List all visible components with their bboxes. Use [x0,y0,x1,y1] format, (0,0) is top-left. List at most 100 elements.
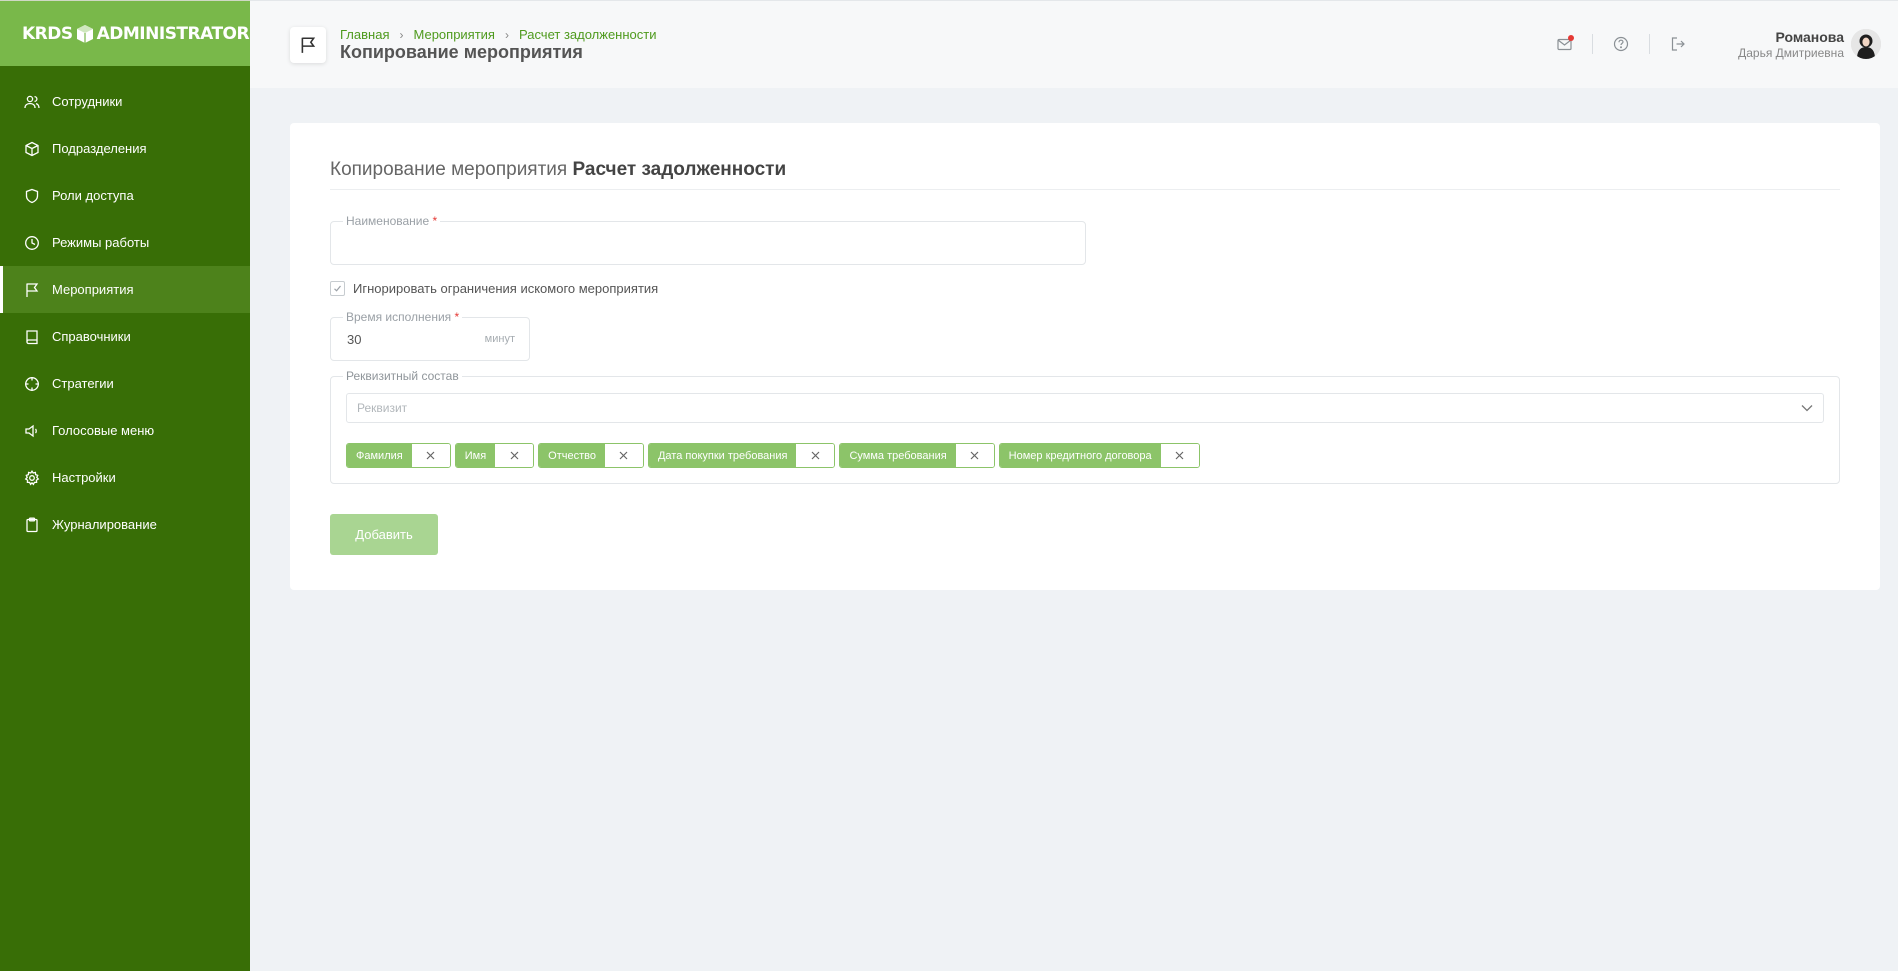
help-button[interactable] [1612,35,1630,53]
close-icon [426,451,435,460]
remove-tag-button[interactable] [1160,444,1199,467]
duration-unit: минут [484,333,515,345]
shield-icon [25,188,39,203]
requisite-select-placeholder: Реквизит [357,401,408,415]
name-field-label: Наименование * [343,214,441,228]
sidebar-item-label: Справочники [52,329,131,344]
divider [1649,34,1650,54]
breadcrumb-home[interactable]: Главная [340,27,389,42]
sidebar-item-label: Мероприятия [52,282,134,297]
close-icon [1175,451,1184,460]
speaker-icon [25,424,37,437]
requisites-field-label: Реквизитный состав [343,369,462,383]
breadcrumb-current[interactable]: Расчет задолженности [519,27,657,42]
sidebar-item-label: Роли доступа [52,188,134,203]
remove-tag-button[interactable] [955,444,994,467]
duration-input[interactable] [331,318,471,360]
tag-label: Имя [455,444,496,467]
sidebar-item-strategies[interactable]: Стратегии [0,360,250,407]
sidebar-item-departments[interactable]: Подразделения [0,125,250,172]
sidebar-item-voice-menus[interactable]: Голосовые меню [0,407,250,454]
requisite-tags: Фамилия Имя Отчество Дата покупки требов… [346,443,1204,468]
cube-logo-icon [76,24,93,43]
sidebar-item-directories[interactable]: Справочники [0,313,250,360]
tag-label: Отчество [539,444,605,467]
check-icon [334,285,341,292]
chevron-right-icon: › [399,27,404,42]
chevron-right-icon: › [504,27,509,42]
sidebar-nav: Сотрудники Подразделения Роли доступа Ре… [0,66,250,548]
divider [1592,34,1593,54]
remove-tag-button[interactable] [495,444,534,467]
requisite-tag: Отчество [538,443,644,468]
chevron-down-icon [1801,405,1813,412]
crosshair-icon [25,376,39,391]
mail-button[interactable] [1555,35,1574,53]
sidebar-item-employees[interactable]: Сотрудники [0,78,250,125]
ignore-restrictions-label: Игнорировать ограничения искомого меропр… [353,281,659,296]
user-avatar-icon [1851,29,1881,59]
form-title-event-name: Расчет задолженности [572,159,787,180]
logout-icon [1671,37,1685,51]
sidebar-item-label: Голосовые меню [52,423,155,438]
remove-tag-button[interactable] [411,444,450,467]
user-last-name: Романова [1775,29,1844,45]
divider [330,189,1840,190]
add-button[interactable]: Добавить [330,514,438,555]
requisite-tag: Номер кредитного договора [998,443,1200,468]
form-title-prefix: Копирование мероприятия [330,159,568,180]
clock-icon [25,235,39,250]
sidebar-item-label: Настройки [52,470,116,485]
copy-event-form: Копирование мероприятия Расчет задолженн… [290,123,1880,590]
requisite-select[interactable]: Реквизит [346,393,1824,423]
ignore-restrictions-checkbox[interactable] [330,281,345,296]
avatar[interactable] [1851,29,1881,59]
sidebar: KRDS ADMINISTRATOR Сотрудники Подразделе… [0,0,262,971]
remove-tag-button[interactable] [604,444,643,467]
close-icon [811,451,820,460]
breadcrumb-events[interactable]: Мероприятия [413,27,495,42]
box-icon [25,141,39,156]
requisite-tag: Дата покупки требования [647,443,836,468]
sidebar-item-label: Стратегии [52,376,114,391]
sidebar-header: KRDS ADMINISTRATOR [0,0,262,66]
tag-label: Номер кредитного договора [999,444,1161,467]
sidebar-item-settings[interactable]: Настройки [0,454,250,501]
sidebar-item-events[interactable]: Мероприятия [0,266,250,313]
page-icon [290,27,326,63]
duration-field: Время исполнения * минут [330,310,530,361]
ignore-restrictions-row: Игнорировать ограничения искомого меропр… [330,281,658,296]
close-icon [510,451,519,460]
flag-icon [301,37,316,53]
sidebar-item-label: Сотрудники [52,94,123,109]
sidebar-item-work-modes[interactable]: Режимы работы [0,219,250,266]
tag-label: Фамилия [347,444,412,467]
breadcrumb: Главная › Мероприятия › Расчет задолженн… [340,27,656,42]
tag-label: Дата покупки требования [648,444,797,467]
top-header: Главная › Мероприятия › Расчет задолженн… [250,0,1898,88]
header-actions [1555,34,1687,54]
sidebar-item-label: Журналирование [52,517,157,532]
user-info[interactable]: Романова Дарья Дмитриевна [1738,29,1844,60]
sidebar-item-logging[interactable]: Журналирование [0,501,250,548]
requisite-tag: Имя [454,443,535,468]
logo: KRDS ADMINISTRATOR [22,24,250,44]
name-input[interactable] [331,222,1085,264]
requisite-tag: Сумма требования [839,443,995,468]
users-icon [24,95,40,108]
clipboard-icon [26,517,38,532]
sidebar-item-access-roles[interactable]: Роли доступа [0,172,250,219]
book-icon [26,329,38,344]
flag-icon [26,282,39,297]
tag-label: Сумма требования [840,444,956,467]
close-icon [620,451,628,460]
name-field: Наименование * [330,214,1086,265]
help-icon [1613,36,1629,52]
logout-button[interactable] [1669,35,1687,53]
close-icon [970,451,979,460]
sidebar-item-label: Режимы работы [52,235,150,250]
requisites-field: Реквизитный состав Реквизит Фамилия Имя … [330,369,1840,484]
sidebar-item-label: Подразделения [52,141,147,156]
remove-tag-button[interactable] [796,444,835,467]
duration-field-label: Время исполнения * [343,310,463,324]
